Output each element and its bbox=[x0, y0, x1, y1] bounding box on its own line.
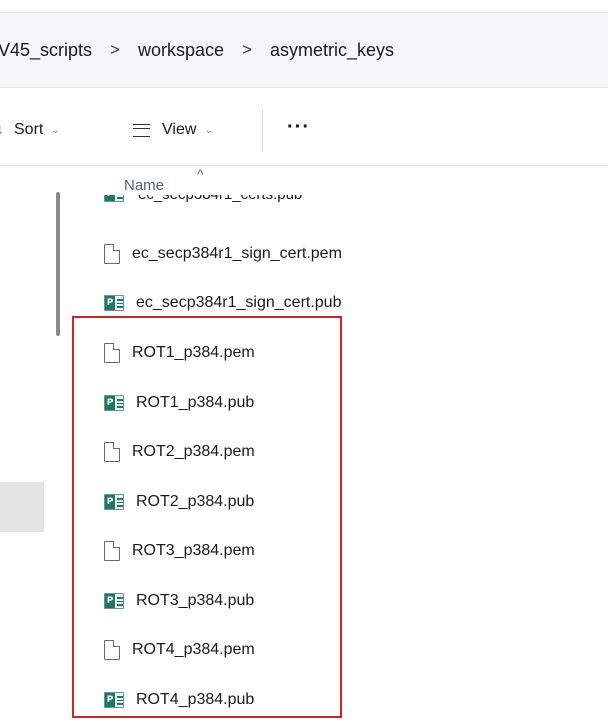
breadcrumb-item-workspace[interactable]: workspace bbox=[138, 40, 224, 61]
highlight-annotation-box bbox=[72, 316, 342, 718]
file-name: ec_secp384r1_sign_cert.pem bbox=[132, 245, 342, 262]
sort-button[interactable]: ↓ Sort ⌄ bbox=[0, 120, 60, 140]
window-top-edge bbox=[0, 0, 608, 12]
sort-arrow-icon: ↓ bbox=[0, 121, 4, 138]
nav-pane-selected-item[interactable] bbox=[0, 482, 44, 532]
file-row-partial[interactable]: P ec_secp384r1_certs.pub bbox=[104, 195, 384, 211]
publisher-file-icon: P bbox=[104, 295, 124, 311]
breadcrumb: V45_scripts > workspace > asymetric_keys bbox=[0, 12, 608, 88]
file-row[interactable]: ec_secp384r1_sign_cert.pem bbox=[104, 242, 342, 266]
publisher-file-icon: P bbox=[104, 195, 124, 202]
sort-ascending-caret-icon: ^ bbox=[197, 166, 204, 182]
more-options-button[interactable]: ··· bbox=[287, 116, 310, 139]
document-icon bbox=[104, 244, 120, 264]
breadcrumb-separator: > bbox=[242, 40, 252, 59]
file-name: ec_secp384r1_sign_cert.pub bbox=[136, 294, 342, 311]
nav-pane-scrollbar[interactable] bbox=[56, 192, 60, 336]
breadcrumb-item-asymetric-keys[interactable]: asymetric_keys bbox=[270, 40, 394, 61]
view-lines-icon bbox=[133, 123, 150, 137]
sort-label: Sort bbox=[14, 121, 44, 138]
view-label: View bbox=[162, 121, 197, 138]
breadcrumb-item-v45-scripts[interactable]: V45_scripts bbox=[0, 40, 92, 61]
file-name: ec_secp384r1_certs.pub bbox=[138, 195, 302, 203]
command-bar: ↓ Sort ⌄ View ⌄ ··· bbox=[0, 96, 608, 166]
view-button[interactable]: View ⌄ bbox=[133, 120, 213, 140]
chevron-down-icon: ⌄ bbox=[51, 124, 60, 136]
chevron-down-icon: ⌄ bbox=[204, 124, 213, 136]
file-row[interactable]: P ec_secp384r1_sign_cert.pub bbox=[104, 291, 341, 315]
breadcrumb-separator: > bbox=[110, 40, 120, 59]
column-header-name[interactable]: Name bbox=[124, 177, 164, 194]
toolbar-divider bbox=[262, 110, 263, 152]
